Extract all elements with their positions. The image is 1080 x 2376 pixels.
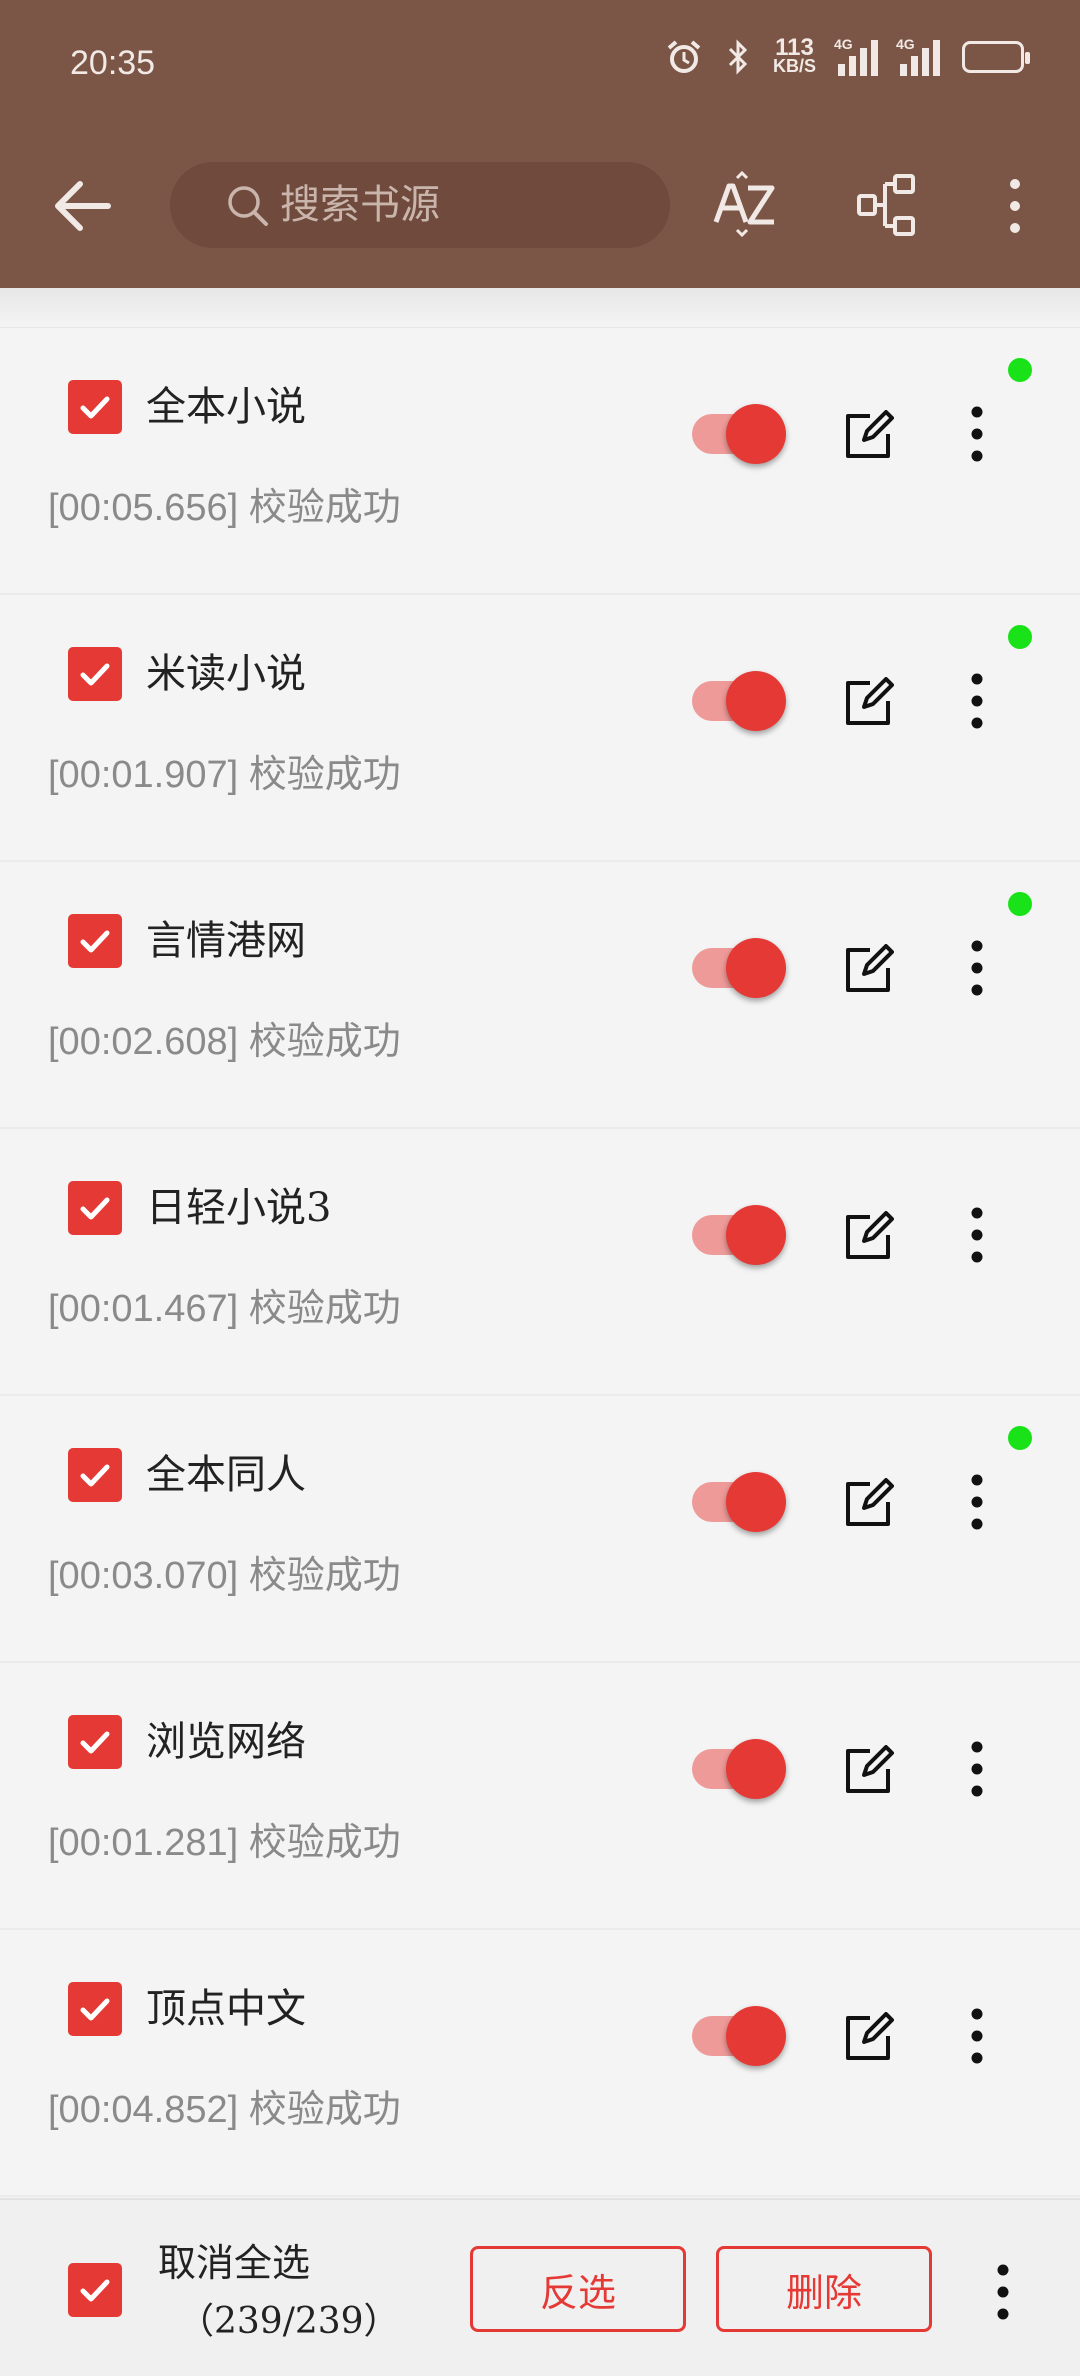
update-dot: [1008, 358, 1032, 382]
select-all-checkbox[interactable]: [68, 2263, 122, 2317]
edit-icon[interactable]: [842, 1478, 894, 1530]
edit-icon[interactable]: [842, 677, 894, 729]
source-list: 全本小说 [00:05.656] 校验成功 米读小说 [00:01.907] 校…: [0, 288, 1080, 2197]
edit-icon[interactable]: [842, 2012, 894, 2064]
more-vert-icon[interactable]: [962, 924, 992, 1012]
search-icon: [226, 184, 270, 232]
more-vert-icon[interactable]: [962, 1992, 992, 2080]
sort-az-icon[interactable]: [712, 170, 776, 240]
status-icons: 113 KB/S 4G 4G: [665, 34, 1030, 76]
switch-thumb: [726, 1472, 786, 1532]
selection-count: （239/239）: [178, 2301, 400, 2342]
signal-icon: 4G: [834, 36, 878, 76]
enable-switch[interactable]: [692, 1193, 786, 1281]
back-arrow-icon[interactable]: [50, 176, 114, 236]
select-checkbox[interactable]: [68, 647, 122, 701]
select-checkbox[interactable]: [68, 1448, 122, 1502]
enable-switch[interactable]: [692, 392, 786, 480]
source-name: 全本小说: [146, 384, 306, 430]
update-dot: [1008, 1426, 1032, 1450]
battery-icon: [962, 41, 1030, 73]
bottom-action-bar: 取消全选 （239/239） 反选 删除: [0, 2198, 1080, 2376]
toolbar: [0, 150, 1080, 260]
enable-switch[interactable]: [692, 1727, 786, 1815]
source-status: [00:03.070] 校验成功: [48, 1555, 401, 1597]
source-status: [00:05.656] 校验成功: [48, 487, 401, 529]
source-item[interactable]: 浏览网络 [00:01.281] 校验成功: [0, 1663, 1080, 1930]
switch-thumb: [726, 404, 786, 464]
more-vert-icon[interactable]: [1000, 174, 1030, 238]
source-item[interactable]: 全本同人 [00:03.070] 校验成功: [0, 1396, 1080, 1663]
enable-switch[interactable]: [692, 1460, 786, 1548]
source-name: 言情港网: [146, 918, 306, 964]
edit-icon[interactable]: [842, 944, 894, 996]
signal-icon: 4G: [896, 36, 940, 76]
alarm-icon: [665, 38, 703, 76]
source-item[interactable]: 顶点中文 [00:04.852] 校验成功: [0, 1930, 1080, 2197]
edit-icon[interactable]: [842, 410, 894, 462]
group-tree-icon[interactable]: [855, 172, 921, 238]
select-checkbox[interactable]: [68, 1982, 122, 2036]
list-top-divider: [0, 288, 1080, 328]
source-item[interactable]: 言情港网 [00:02.608] 校验成功: [0, 862, 1080, 1129]
update-dot: [1008, 625, 1032, 649]
source-name: 浏览网络: [146, 1719, 306, 1765]
source-name: 顶点中文: [146, 1986, 306, 2032]
update-dot: [1008, 892, 1032, 916]
status-time: 20:35: [70, 44, 156, 82]
enable-switch[interactable]: [692, 926, 786, 1014]
bluetooth-icon: [725, 38, 751, 76]
select-checkbox[interactable]: [68, 1181, 122, 1235]
source-item[interactable]: 米读小说 [00:01.907] 校验成功: [0, 595, 1080, 862]
more-vert-icon[interactable]: [962, 390, 992, 478]
source-status: [00:01.907] 校验成功: [48, 754, 401, 796]
search-box[interactable]: [170, 162, 670, 248]
more-vert-icon[interactable]: [962, 1191, 992, 1279]
source-name: 全本同人: [146, 1452, 306, 1498]
switch-thumb: [726, 2006, 786, 2066]
source-status: [00:02.608] 校验成功: [48, 1021, 401, 1063]
more-vert-icon[interactable]: [962, 1458, 992, 1546]
switch-thumb: [726, 938, 786, 998]
more-vert-icon[interactable]: [962, 1725, 992, 1813]
source-status: [00:01.467] 校验成功: [48, 1288, 401, 1330]
search-input[interactable]: [280, 182, 660, 228]
source-name: 米读小说: [146, 651, 306, 697]
status-bar: 20:35 113 KB/S 4G 4G: [0, 0, 1080, 130]
network-speed: 113 KB/S: [772, 34, 816, 76]
edit-icon[interactable]: [842, 1211, 894, 1263]
source-name: 日轻小说3: [146, 1185, 332, 1231]
enable-switch[interactable]: [692, 659, 786, 747]
edit-icon[interactable]: [842, 1745, 894, 1797]
switch-thumb: [726, 671, 786, 731]
delete-button[interactable]: 删除: [716, 2246, 932, 2332]
source-item[interactable]: 全本小说 [00:05.656] 校验成功: [0, 328, 1080, 595]
select-checkbox[interactable]: [68, 914, 122, 968]
source-status: [00:04.852] 校验成功: [48, 2089, 401, 2131]
invert-selection-button[interactable]: 反选: [470, 2246, 686, 2332]
more-vert-icon[interactable]: [962, 657, 992, 745]
app-header: 20:35 113 KB/S 4G 4G: [0, 0, 1080, 288]
select-checkbox[interactable]: [68, 380, 122, 434]
source-item[interactable]: 日轻小说3 [00:01.467] 校验成功: [0, 1129, 1080, 1396]
enable-switch[interactable]: [692, 1994, 786, 2082]
switch-thumb: [726, 1739, 786, 1799]
source-status: [00:01.281] 校验成功: [48, 1822, 401, 1864]
select-all-label[interactable]: 取消全选: [158, 2236, 310, 2290]
more-vert-icon[interactable]: [988, 2260, 1018, 2324]
switch-thumb: [726, 1205, 786, 1265]
select-checkbox[interactable]: [68, 1715, 122, 1769]
